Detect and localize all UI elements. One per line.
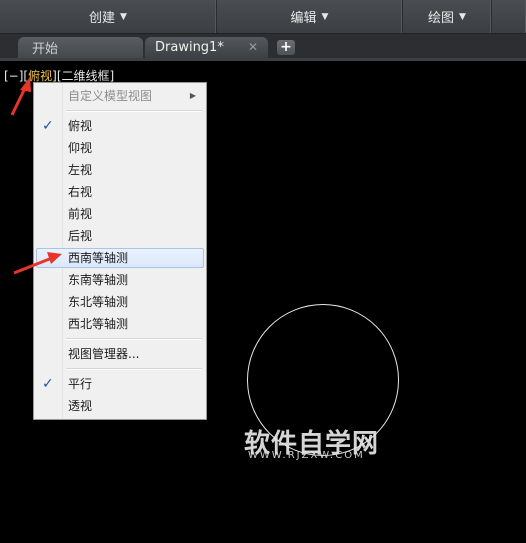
- tab-start[interactable]: 开始: [18, 37, 143, 58]
- menu-item-view-front[interactable]: 前视: [36, 204, 204, 224]
- new-tab-button[interactable]: +: [277, 40, 295, 55]
- menu-item-view-manager[interactable]: 视图管理器...: [36, 344, 204, 364]
- ribbon-panel-more[interactable]: [492, 0, 526, 33]
- chevron-down-icon: ▼: [120, 11, 127, 22]
- menu-item-view-se-iso[interactable]: 东南等轴测: [36, 270, 204, 290]
- viewport-view-control[interactable]: 俯视: [28, 69, 52, 83]
- ribbon-panel-create[interactable]: 创建 ▼: [0, 0, 217, 33]
- chevron-down-icon: ▼: [321, 11, 329, 22]
- watermark-url: WWW.RJZXW.COM: [248, 450, 365, 461]
- close-icon[interactable]: ✕: [248, 40, 258, 54]
- menu-item-parallel[interactable]: ✓ 平行: [36, 374, 204, 394]
- check-icon: ✓: [42, 376, 54, 392]
- check-icon: ✓: [42, 118, 54, 134]
- viewport-minus-control[interactable]: [−]: [4, 69, 23, 83]
- menu-separator: [66, 368, 202, 370]
- menu-item-view-back[interactable]: 后视: [36, 226, 204, 246]
- tab-drawing1[interactable]: Drawing1* ✕: [145, 37, 268, 58]
- menu-item-custom-model-views[interactable]: 自定义模型视图 ▶: [36, 86, 204, 106]
- chevron-down-icon: ▼: [459, 11, 466, 22]
- menu-item-view-bottom[interactable]: 仰视: [36, 138, 204, 158]
- tab-start-label: 开始: [32, 42, 59, 57]
- menu-item-view-nw-iso[interactable]: 西北等轴测: [36, 314, 204, 334]
- ribbon-panel-bar: 创建 ▼ 编辑 ▼ 绘图 ▼: [0, 0, 526, 34]
- menu-item-view-left[interactable]: 左视: [36, 160, 204, 180]
- menu-item-view-top[interactable]: ✓ 俯视: [36, 116, 204, 136]
- ribbon-panel-draw[interactable]: 绘图 ▼: [403, 0, 492, 33]
- viewport-visual-style-control[interactable]: [二维线框]: [57, 69, 114, 83]
- tab-drawing1-label: Drawing1*: [155, 40, 224, 55]
- menu-item-view-sw-iso[interactable]: 西南等轴测: [36, 248, 204, 268]
- menu-item-view-right[interactable]: 右视: [36, 182, 204, 202]
- ribbon-panel-create-label: 创建: [89, 11, 116, 26]
- menu-separator: [66, 110, 202, 112]
- menu-item-perspective[interactable]: 透视: [36, 396, 204, 416]
- file-tab-bar: 开始 Drawing1* ✕ +: [0, 34, 526, 58]
- ribbon-panel-modify-label: 编辑: [290, 11, 317, 26]
- ribbon-panel-draw-label: 绘图: [428, 11, 455, 26]
- menu-item-view-ne-iso[interactable]: 东北等轴测: [36, 292, 204, 312]
- ribbon-panel-modify[interactable]: 编辑 ▼: [217, 0, 403, 33]
- tab-bar-divider: [0, 58, 526, 61]
- menu-separator: [66, 338, 202, 340]
- view-context-menu: 自定义模型视图 ▶ ✓ 俯视 仰视 左视 右视 前视 后视 西南等轴测 东南等轴…: [33, 82, 207, 420]
- submenu-arrow-icon: ▶: [189, 91, 196, 100]
